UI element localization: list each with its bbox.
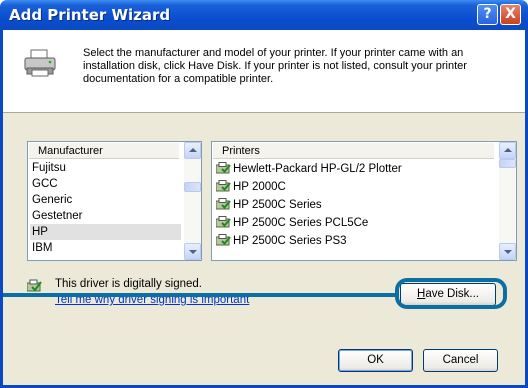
- window-title: Add Printer Wizard: [9, 6, 171, 24]
- scroll-up-button[interactable]: [184, 142, 201, 159]
- printer-model-label: HP 2500C Series PS3: [233, 235, 347, 247]
- printers-list[interactable]: Printers Hewlett-Packard HP-GL/2 Plotter…: [211, 141, 517, 261]
- printers-column-header[interactable]: Printers: [213, 143, 494, 159]
- callout-pointer: [3, 293, 396, 297]
- scroll-down-button[interactable]: [499, 243, 516, 260]
- printer-icon: [24, 49, 56, 77]
- list-item[interactable]: HP 2500C Series PS3: [216, 232, 347, 250]
- header-band: Select the manufacturer and model of you…: [3, 30, 525, 113]
- signed-driver-icon: [216, 180, 231, 192]
- chevron-down-icon: [189, 250, 197, 254]
- signing-status-text: This driver is digitally signed.: [55, 278, 203, 290]
- chevron-up-icon: [189, 148, 197, 152]
- list-item[interactable]: Gestetner: [30, 208, 181, 224]
- printer-model-label: Hewlett-Packard HP-GL/2 Plotter: [233, 163, 402, 175]
- printer-model-label: HP 2500C Series PCL5Ce: [233, 217, 369, 229]
- manufacturer-scrollbar[interactable]: [184, 142, 201, 260]
- scroll-down-button[interactable]: [184, 243, 201, 260]
- list-item[interactable]: HP 2500C Series: [216, 196, 322, 214]
- title-bar[interactable]: Add Printer Wizard ? X: [0, 0, 528, 30]
- printers-scrollbar[interactable]: [499, 142, 516, 260]
- list-item[interactable]: GCC: [30, 176, 181, 192]
- scroll-thumb[interactable]: [499, 159, 516, 168]
- signed-driver-icon: [27, 279, 42, 292]
- signed-driver-icon: [216, 216, 231, 228]
- dialog-body: Select the manufacturer and model of you…: [3, 30, 525, 385]
- intro-text: Select the manufacturer and model of you…: [83, 47, 467, 85]
- add-printer-wizard-window: Add Printer Wizard ? X Select the manufa…: [0, 0, 528, 388]
- signed-driver-icon: [216, 162, 231, 174]
- scroll-thumb[interactable]: [184, 182, 201, 192]
- manufacturer-list[interactable]: Manufacturer Fujitsu GCC Generic Gestetn…: [27, 141, 202, 261]
- chevron-down-icon: [504, 250, 512, 254]
- chevron-up-icon: [504, 148, 512, 152]
- list-item[interactable]: IBM: [30, 240, 181, 256]
- list-item[interactable]: HP 2500C Series PCL5Ce: [216, 214, 368, 232]
- scroll-up-button[interactable]: [499, 142, 516, 159]
- signed-driver-icon: [216, 234, 231, 246]
- close-button[interactable]: X: [500, 4, 521, 25]
- printer-model-label: HP 2000C: [233, 181, 286, 193]
- ok-button[interactable]: OK: [338, 349, 413, 372]
- list-item-selected[interactable]: HP: [30, 224, 181, 240]
- list-item[interactable]: Fujitsu: [30, 160, 181, 176]
- help-button[interactable]: ?: [477, 4, 498, 25]
- window-frame: Select the manufacturer and model of you…: [0, 30, 528, 388]
- list-item[interactable]: Generic: [30, 192, 181, 208]
- printer-model-label: HP 2500C Series: [233, 199, 322, 211]
- list-item[interactable]: HP 2000C: [216, 178, 286, 196]
- list-item[interactable]: Hewlett-Packard HP-GL/2 Plotter: [216, 160, 402, 178]
- manufacturer-column-header[interactable]: Manufacturer: [29, 143, 179, 159]
- cancel-button[interactable]: Cancel: [423, 349, 498, 372]
- have-disk-callout: [395, 278, 507, 309]
- signed-driver-icon: [216, 198, 231, 210]
